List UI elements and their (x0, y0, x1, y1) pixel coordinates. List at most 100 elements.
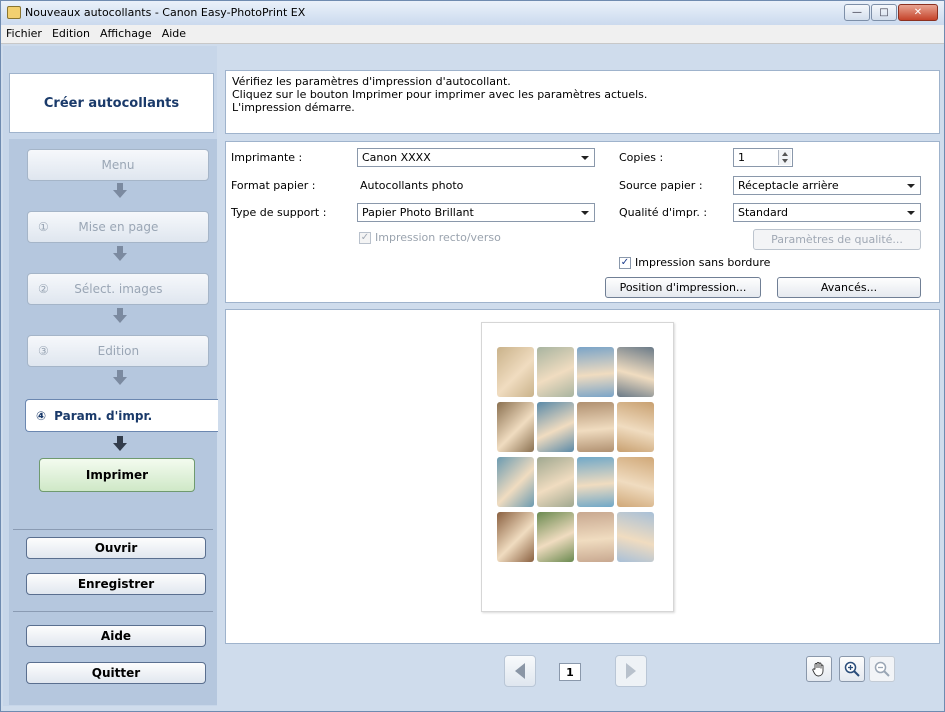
paper-source-label: Source papier : (619, 179, 703, 192)
copies-value: 1 (738, 151, 745, 164)
minimize-button[interactable]: — (844, 4, 870, 21)
sidebar-header: Créer autocollants (9, 73, 214, 133)
check-icon: ✓ (359, 231, 371, 244)
page-number: 1 (559, 663, 581, 681)
printer-label: Imprimante : (231, 151, 303, 164)
duplex-checkbox[interactable]: ✓ Impression recto/verso (359, 231, 501, 244)
quit-button[interactable]: Quitter (26, 662, 206, 684)
step-number: ① (38, 220, 49, 234)
chevron-left-icon (515, 663, 525, 679)
arrow-down-icon (113, 246, 127, 261)
maximize-icon: □ (879, 7, 889, 18)
menu-bar: Fichier Edition Affichage Aide (1, 25, 944, 44)
app-window: Nouveaux autocollants - Canon Easy-Photo… (0, 0, 945, 712)
sticker-photo (617, 457, 654, 507)
arrow-down-icon (113, 183, 127, 198)
check-icon: ✓ (619, 256, 631, 269)
sticker-photo (537, 402, 574, 452)
step-select-images-label: Sélect. images (74, 282, 163, 296)
media-type-value: Papier Photo Brillant (362, 206, 474, 219)
zoom-in-icon (844, 661, 860, 677)
sticker-photo (617, 347, 654, 397)
paper-format-label: Format papier : (231, 179, 316, 192)
step-layout-button[interactable]: ① Mise en page (27, 211, 209, 243)
sticker-photo (497, 512, 534, 562)
print-position-button[interactable]: Position d'impression... (605, 277, 761, 298)
paper-source-select[interactable]: Réceptacle arrière (733, 176, 921, 195)
sticker-photo (577, 512, 614, 562)
copies-label: Copies : (619, 151, 664, 164)
quality-settings-button[interactable]: Paramètres de qualité... (753, 229, 921, 250)
help-button[interactable]: Aide (26, 625, 206, 647)
step-print-settings-tab[interactable]: ④ Param. d'impr. (25, 399, 218, 432)
zoom-in-button[interactable] (839, 656, 865, 682)
instructions-panel: Vérifiez les paramètres d'impression d'a… (225, 70, 940, 134)
media-type-select[interactable]: Papier Photo Brillant (357, 203, 595, 222)
sticker-photo (617, 512, 654, 562)
step-select-images-button[interactable]: ② Sélect. images (27, 273, 209, 305)
step-number: ④ (36, 408, 47, 423)
menu-edition[interactable]: Edition (47, 25, 95, 43)
arrow-down-icon (113, 436, 127, 451)
sticker-photo (577, 457, 614, 507)
maximize-button[interactable]: □ (871, 4, 897, 21)
sticker-photo (617, 402, 654, 452)
step-number: ② (38, 282, 49, 296)
sticker-photo (497, 402, 534, 452)
quality-label: Qualité d'impr. : (619, 206, 708, 219)
sticker-photo (577, 402, 614, 452)
instructions-line-1: Vérifiez les paramètres d'impression d'a… (232, 75, 511, 88)
hand-tool-button[interactable] (806, 656, 832, 682)
window-title: Nouveaux autocollants - Canon Easy-Photo… (25, 6, 306, 19)
open-button[interactable]: Ouvrir (26, 537, 206, 559)
paper-format-value: Autocollants photo (360, 179, 464, 192)
duplex-label: Impression recto/verso (375, 231, 501, 244)
step-number: ③ (38, 344, 49, 358)
print-button[interactable]: Imprimer (39, 458, 195, 492)
step-layout-label: Mise en page (78, 220, 159, 234)
advanced-button[interactable]: Avancés... (777, 277, 921, 298)
sticker-photo (577, 347, 614, 397)
instructions-line-3: L'impression démarre. (232, 101, 355, 114)
sticker-photo-grid (497, 347, 654, 562)
step-print-settings-label: Param. d'impr. (54, 408, 153, 423)
zoom-out-button[interactable] (869, 656, 895, 682)
sticker-photo (537, 512, 574, 562)
minimize-icon: — (852, 7, 862, 18)
step-menu-button[interactable]: Menu (27, 149, 209, 181)
copies-stepper[interactable]: 1 (733, 148, 793, 167)
instructions-line-2: Cliquez sur le bouton Imprimer pour impr… (232, 88, 648, 101)
sticker-photo (537, 347, 574, 397)
step-menu-label: Menu (101, 158, 135, 172)
next-page-button[interactable] (615, 655, 647, 687)
chevron-down-icon (581, 156, 589, 160)
printer-select[interactable]: Canon XXXX (357, 148, 595, 167)
spin-arrows-icon[interactable] (778, 150, 791, 165)
window-controls: — □ ✕ (844, 4, 938, 21)
chevron-down-icon (907, 211, 915, 215)
app-icon (7, 6, 21, 19)
save-button[interactable]: Enregistrer (26, 573, 206, 595)
media-type-label: Type de support : (231, 206, 327, 219)
step-edit-label: Edition (97, 344, 140, 358)
sticker-photo (537, 457, 574, 507)
printer-value: Canon XXXX (362, 151, 431, 164)
step-edit-button[interactable]: ③ Edition (27, 335, 209, 367)
chevron-right-icon (626, 663, 636, 679)
borderless-checkbox[interactable]: ✓ Impression sans bordure (619, 256, 770, 269)
menu-aide[interactable]: Aide (157, 25, 191, 43)
menu-affichage[interactable]: Affichage (95, 25, 157, 43)
divider (13, 611, 213, 612)
borderless-label: Impression sans bordure (635, 256, 771, 269)
sticker-photo (497, 347, 534, 397)
quality-select[interactable]: Standard (733, 203, 921, 222)
zoom-out-icon (874, 661, 890, 677)
title-bar[interactable]: Nouveaux autocollants - Canon Easy-Photo… (1, 1, 944, 25)
hand-icon (812, 662, 824, 677)
menu-fichier[interactable]: Fichier (1, 25, 47, 43)
sticker-photo (497, 457, 534, 507)
quality-value: Standard (738, 206, 789, 219)
previous-page-button[interactable] (504, 655, 536, 687)
chevron-down-icon (581, 211, 589, 215)
close-button[interactable]: ✕ (898, 4, 938, 21)
